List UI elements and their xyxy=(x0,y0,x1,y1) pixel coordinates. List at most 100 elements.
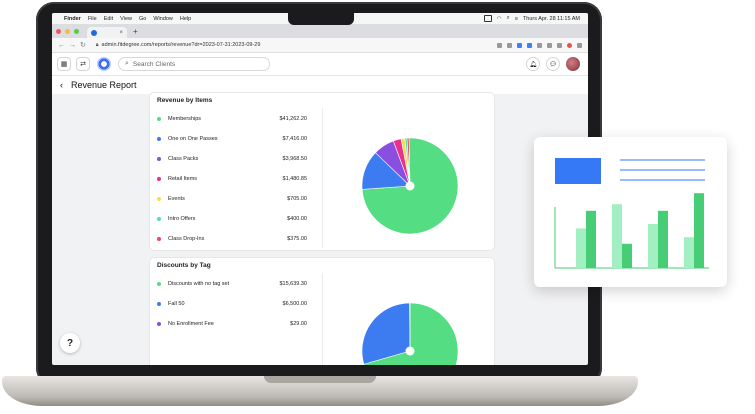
notifications-button[interactable]: 🔔︎ xyxy=(526,57,540,71)
legend-bullet xyxy=(157,177,161,181)
apps-grid-button[interactable]: ▦ xyxy=(57,57,71,71)
legend-label: Class Drop-Ins xyxy=(168,236,205,242)
profile-icon[interactable] xyxy=(567,42,572,48)
illustration-bar xyxy=(694,193,704,268)
legend-value: $705.00 xyxy=(287,196,307,202)
legend-label: Class Packs xyxy=(168,156,199,162)
messages-button[interactable]: 💬︎ xyxy=(546,57,560,71)
download-icon[interactable] xyxy=(547,42,552,48)
illustration-bar xyxy=(576,228,586,268)
legend-row: Class Packs $3,968.50 xyxy=(157,154,307,164)
legend-label: Events xyxy=(168,196,185,202)
illustration-bar xyxy=(648,224,658,268)
legend-value: $400.00 xyxy=(287,216,307,222)
search-clients-input[interactable]: ⌕ Search Clients xyxy=(118,57,270,71)
legend-value: $7,416.00 xyxy=(282,136,307,142)
battery-icon[interactable] xyxy=(483,15,492,22)
illustration-block xyxy=(555,158,601,184)
menu-finder[interactable]: Finder xyxy=(64,16,81,22)
legend-label: Intro Offers xyxy=(168,216,196,222)
swap-arrows-icon: ⇄ xyxy=(80,61,86,68)
switch-button[interactable]: ⇄ xyxy=(76,57,90,71)
tab-close-icon[interactable]: × xyxy=(119,30,123,36)
help-button[interactable]: ? xyxy=(60,333,80,353)
legend-row: No Enrollment Fee $29.00 xyxy=(157,319,307,329)
url-field[interactable]: admin.fitdegree.com/reports/revenue?dr=2… xyxy=(102,42,261,48)
illustration-bar xyxy=(622,243,632,268)
window-minimize-button[interactable] xyxy=(65,28,70,34)
menu-edit[interactable]: Edit xyxy=(104,16,113,22)
bookmark-star-icon[interactable] xyxy=(507,42,512,48)
back-chevron-icon[interactable]: ‹ xyxy=(60,80,63,90)
discounts-by-tag-card: Discounts by Tag Discounts with no tag s… xyxy=(150,258,494,365)
browser-extensions xyxy=(497,42,582,48)
share-icon[interactable] xyxy=(497,42,502,48)
legend-bullet xyxy=(157,237,161,241)
revenue-by-items-card: Revenue by Items Memberships $41,262.20 On… xyxy=(150,93,494,250)
revenue-pie-chart xyxy=(361,137,459,235)
legend-row: Class Drop-Ins $375.00 xyxy=(157,234,307,244)
legend-value: $41,262.20 xyxy=(279,116,307,122)
browser-nav-icons[interactable]: ←→↻ xyxy=(58,41,90,49)
legend-row: Memberships $41,262.20 xyxy=(157,114,307,124)
legend-label: Memberships xyxy=(168,116,202,122)
menu-file[interactable]: File xyxy=(88,16,97,22)
menu-view[interactable]: View xyxy=(120,16,132,22)
sidebar-icon[interactable] xyxy=(557,42,562,48)
page-title: Revenue Report xyxy=(71,80,137,90)
camera-notch xyxy=(288,13,354,25)
legend-label: Retail Items xyxy=(168,176,198,182)
legend-bullet xyxy=(157,302,161,306)
report-illustration-card xyxy=(534,137,727,287)
page-title-bar: ‹ Revenue Report xyxy=(52,76,588,94)
legend-value: $3,968.50 xyxy=(282,156,307,162)
legend-label: One on One Passes xyxy=(168,136,218,142)
legend-value: $6,500.00 xyxy=(282,301,307,307)
pie-center xyxy=(405,346,415,356)
legend-row: One on One Passes $7,416.00 xyxy=(157,134,307,144)
legend-bullet xyxy=(157,157,161,161)
window-close-button[interactable] xyxy=(56,28,61,34)
bell-icon: 🔔︎ xyxy=(529,61,537,68)
menu-help[interactable]: Help xyxy=(180,16,191,22)
card-divider xyxy=(322,108,323,248)
extension-icon[interactable] xyxy=(527,42,532,48)
window-zoom-button[interactable] xyxy=(74,28,79,34)
browser-tab[interactable]: × xyxy=(87,27,127,38)
menu-window[interactable]: Window xyxy=(153,16,173,22)
legend-bullet xyxy=(157,322,161,326)
laptop-base xyxy=(2,376,638,406)
browser-tab-bar: × + xyxy=(52,24,588,38)
menubar-clock[interactable]: Thurs Apr. 28 11:15 AM xyxy=(523,16,580,22)
search-placeholder: Search Clients xyxy=(132,60,176,68)
grid-icon: ▦ xyxy=(60,61,68,68)
new-tab-button[interactable]: + xyxy=(133,27,138,36)
card-title: Discounts by Tag xyxy=(157,262,211,269)
extensions-puzzle-icon[interactable] xyxy=(537,42,542,48)
card-divider xyxy=(322,273,323,365)
control-center-icon[interactable]: ≡ xyxy=(515,16,518,22)
card-title: Revenue by Items xyxy=(157,97,213,104)
spotlight-icon[interactable]: ⌕ xyxy=(507,15,510,22)
legend-label: Discounts with no tag set xyxy=(168,281,230,287)
lock-icon: 🔒︎ xyxy=(95,42,99,48)
fitdegree-logo[interactable] xyxy=(97,57,111,71)
browser-menu-icon[interactable] xyxy=(577,42,582,48)
browser-address-bar: ←→↻ 🔒︎ admin.fitdegree.com/reports/reven… xyxy=(52,38,588,53)
menu-go[interactable]: Go xyxy=(139,16,146,22)
legend-row: Events $705.00 xyxy=(157,194,307,204)
laptop-hinge-notch xyxy=(264,376,376,383)
user-avatar[interactable] xyxy=(566,57,580,71)
illustration-bar xyxy=(658,210,668,268)
discounts-pie-chart xyxy=(361,302,459,365)
extension-icon[interactable] xyxy=(517,42,522,48)
menubar-status-area: ◠ ⌕ ≡ Thurs Apr. 28 11:15 AM xyxy=(483,15,580,22)
illustration-bar xyxy=(684,237,694,268)
app-header: ▦ ⇄ ⌕ Search Clients 🔔︎ 💬︎ xyxy=(52,53,588,76)
legend-bullet xyxy=(157,137,161,141)
laptop-screen: Finder File Edit View Go Window Help ◠ ⌕… xyxy=(52,13,588,365)
legend-row: Retail Items $1,480.85 xyxy=(157,174,307,184)
wifi-icon[interactable]: ◠ xyxy=(497,16,502,22)
pie-center xyxy=(405,181,415,191)
legend-row: Intro Offers $400.00 xyxy=(157,214,307,224)
